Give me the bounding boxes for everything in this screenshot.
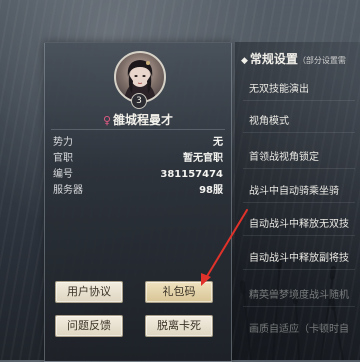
settings-panel: ◆ 常规设置（部分设置需 无双技能演出 视角模式 首领战视角锁定 战斗中自动骑乘坐… [235,42,360,360]
character-name: 雒城程曼才 [113,113,174,127]
info-value: 98服 [199,185,223,196]
info-label: 服务器 [53,185,83,196]
info-value: 无 [213,137,223,148]
divider [243,306,355,307]
settings-subtitle: （部分设置需 [297,56,346,65]
info-label: 编号 [53,169,73,180]
level-badge: 3 [131,93,147,109]
setting-auto-musou[interactable]: 自动战斗中释放无双技 [249,215,349,230]
info-row-server: 服务器 98服 [53,183,223,199]
setting-adaptive-quality[interactable]: 画质自适应（卡顿时自 [249,320,349,335]
divider [243,100,355,101]
unstuck-button[interactable]: 脱离卡死 [145,315,213,337]
user-agreement-button[interactable]: 用户协议 [55,281,123,303]
gift-code-button[interactable]: 礼包码 [145,281,213,303]
divider [243,168,355,169]
setting-boss-camera-lock[interactable]: 首领战视角锁定 [249,148,319,163]
info-row-office: 官职 暂无官职 [53,151,223,167]
setting-musou-cutscene[interactable]: 无双技能演出 [249,80,309,95]
divider [243,235,355,236]
divider [243,202,355,203]
setting-auto-deputy-skill[interactable]: 自动战斗中释放副将技 [249,249,349,264]
info-value: 暂无官职 [183,153,223,164]
setting-auto-mount[interactable]: 战斗中自动骑乘坐骑 [249,182,339,197]
info-row-id: 编号 381157474 [53,167,223,183]
character-name-row: ♀ 雒城程曼才 [45,111,231,128]
info-label: 官职 [53,153,73,164]
divider [51,129,225,130]
divider [243,132,355,133]
settings-title: 常规设置 [249,52,298,66]
profile-panel: 3 ♀ 雒城程曼才 势力 无 官职 暂无官职 编号 381157474 服务器 9… [44,42,232,362]
diamond-icon: ◆ [241,56,248,66]
female-icon: ♀ [102,114,112,127]
setting-elite-beast-dream[interactable]: 精英兽梦境度战斗随机 [249,286,349,301]
divider [243,269,355,270]
info-label: 势力 [53,137,73,148]
profile-info-list: 势力 无 官职 暂无官职 编号 381157474 服务器 98服 [53,135,223,199]
info-row-faction: 势力 无 [53,135,223,151]
settings-title-row: ◆ 常规设置（部分设置需 [241,50,346,67]
info-value: 381157474 [160,169,223,180]
feedback-button[interactable]: 问题反馈 [55,315,123,337]
setting-camera-mode[interactable]: 视角模式 [249,112,289,127]
